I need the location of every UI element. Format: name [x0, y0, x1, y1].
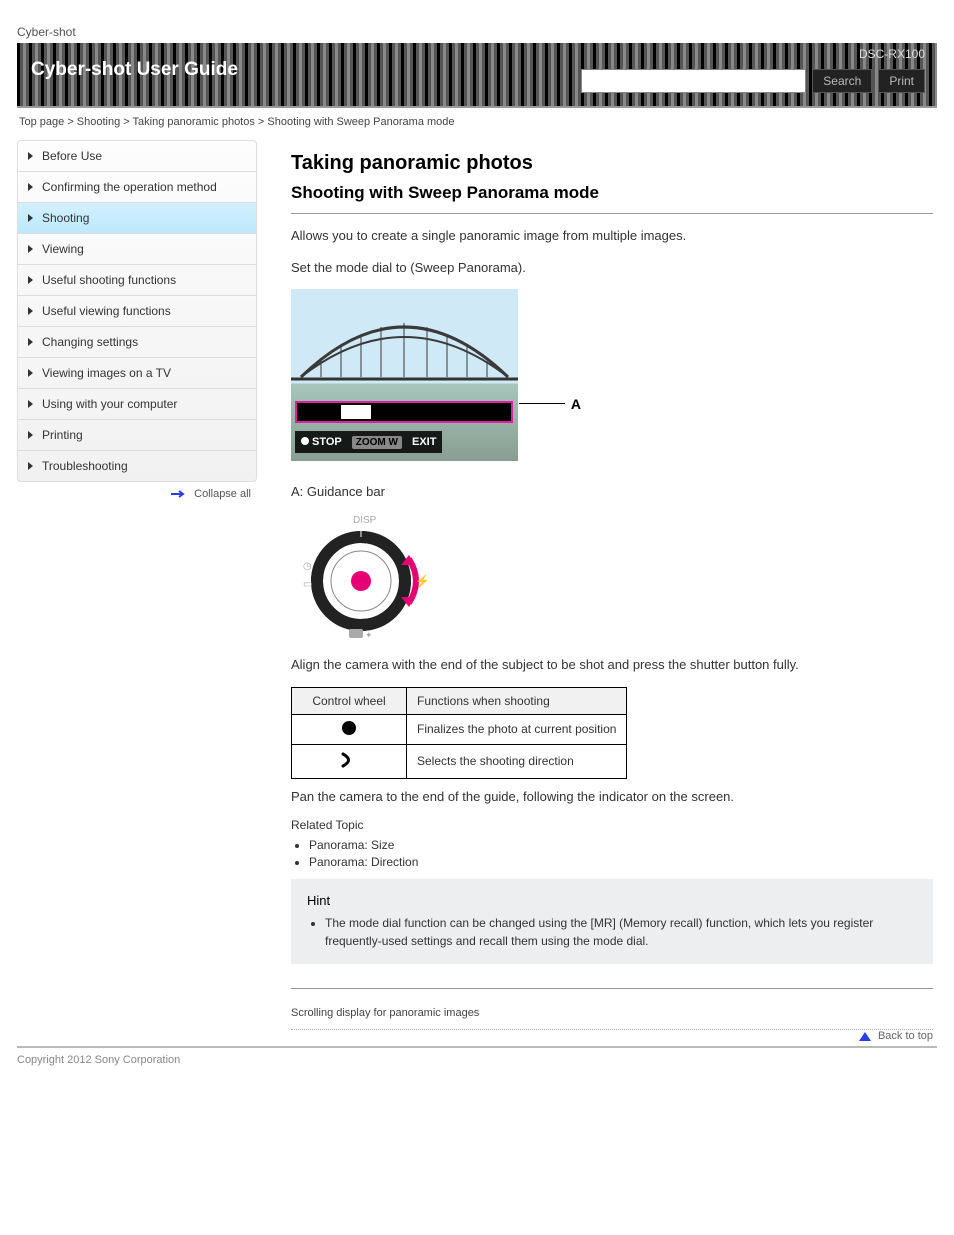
main-content: Taking panoramic photos Shooting with Sw… [291, 140, 937, 1042]
breadcrumb: Top page > Shooting > Taking panoramic p… [17, 108, 937, 132]
intro-text: Allows you to create a single panoramic … [291, 226, 933, 246]
collapse-arrow-icon [171, 488, 187, 496]
right-press-icon [340, 751, 358, 769]
svg-text:◷: ◷ [303, 561, 312, 572]
step-2-text: Align the camera with the end of the sub… [291, 655, 933, 675]
sidebar-item-viewing[interactable]: Viewing [18, 234, 256, 265]
copyright: Copyright 2012 Sony Corporation [17, 1046, 937, 1096]
table-cell: Finalizes the photo at current position [407, 714, 627, 744]
sidebar-item-tv[interactable]: Viewing images on a TV [18, 358, 256, 389]
svg-text:✦: ✦ [365, 630, 373, 640]
caption-a: A: Guidance bar [291, 484, 933, 499]
up-triangle-icon [859, 1032, 871, 1041]
sidebar: Before Use Confirming the operation meth… [17, 140, 257, 482]
sidebar-item-before-use[interactable]: Before Use [18, 141, 256, 172]
sidebar-item-confirming[interactable]: Confirming the operation method [18, 172, 256, 203]
table-row: Finalizes the photo at current position [292, 714, 627, 744]
header-banner: Cyber-shot User Guide DSC-RX100 Search P… [17, 43, 937, 108]
guidance-bar-icon [295, 401, 513, 423]
control-table: Control wheel Functions when shooting Fi… [291, 687, 627, 779]
hint-title: Hint [307, 893, 917, 908]
list-item[interactable]: Panorama: Direction [309, 855, 933, 869]
sidebar-item-troubleshooting[interactable]: Troubleshooting [18, 451, 256, 481]
step-1-text: Set the mode dial to (Sweep Panorama). [291, 258, 933, 278]
hint-box: Hint The mode dial function can be chang… [291, 879, 933, 964]
related-label: Related Topic [291, 818, 933, 832]
back-to-top-link[interactable]: Back to top [878, 1030, 933, 1042]
topic-heading: Shooting with Sweep Panorama mode [291, 183, 933, 203]
svg-text:⚡: ⚡ [415, 574, 430, 588]
search-input[interactable] [581, 69, 806, 93]
center-button-icon [342, 721, 356, 735]
label-a: A [571, 396, 581, 412]
search-button[interactable]: Search [812, 69, 872, 93]
sidebar-item-printing[interactable]: Printing [18, 420, 256, 451]
sidebar-item-useful-shooting[interactable]: Useful shooting functions [18, 265, 256, 296]
camera-preview-figure: STOP ZOOM W EXIT A [291, 289, 581, 464]
print-button[interactable]: Print [878, 69, 925, 93]
section-heading: Taking panoramic photos [291, 152, 933, 175]
sidebar-item-useful-viewing[interactable]: Useful viewing functions [18, 296, 256, 327]
collapse-all-link[interactable]: Collapse all [194, 488, 251, 500]
table-cell: Selects the shooting direction [407, 744, 627, 778]
svg-text:▭: ▭ [303, 579, 312, 590]
sidebar-item-computer[interactable]: Using with your computer [18, 389, 256, 420]
sidebar-item-changing-settings[interactable]: Changing settings [18, 327, 256, 358]
camera-osd: STOP ZOOM W EXIT [295, 431, 442, 453]
bridge-graphic-icon [291, 317, 518, 387]
step-3-text: Pan the camera to the end of the guide, … [291, 787, 933, 807]
disp-label-icon: DISP [353, 515, 377, 526]
control-wheel-figure: DISP ◷ ▭ ⚡ [291, 511, 431, 641]
related-link[interactable]: Scrolling display for panoramic images [291, 1007, 479, 1019]
product-line: Cyber-shot [17, 25, 937, 39]
sidebar-item-shooting[interactable]: Shooting [18, 203, 256, 234]
table-head-1: Control wheel [292, 687, 407, 714]
model-number: DSC-RX100 [859, 47, 925, 61]
hint-text: The mode dial function can be changed us… [325, 914, 917, 950]
list-item[interactable]: Panorama: Size [309, 838, 933, 852]
page-title: Cyber-shot User Guide [31, 59, 238, 81]
table-row: Selects the shooting direction [292, 744, 627, 778]
table-head-2: Functions when shooting [407, 687, 627, 714]
